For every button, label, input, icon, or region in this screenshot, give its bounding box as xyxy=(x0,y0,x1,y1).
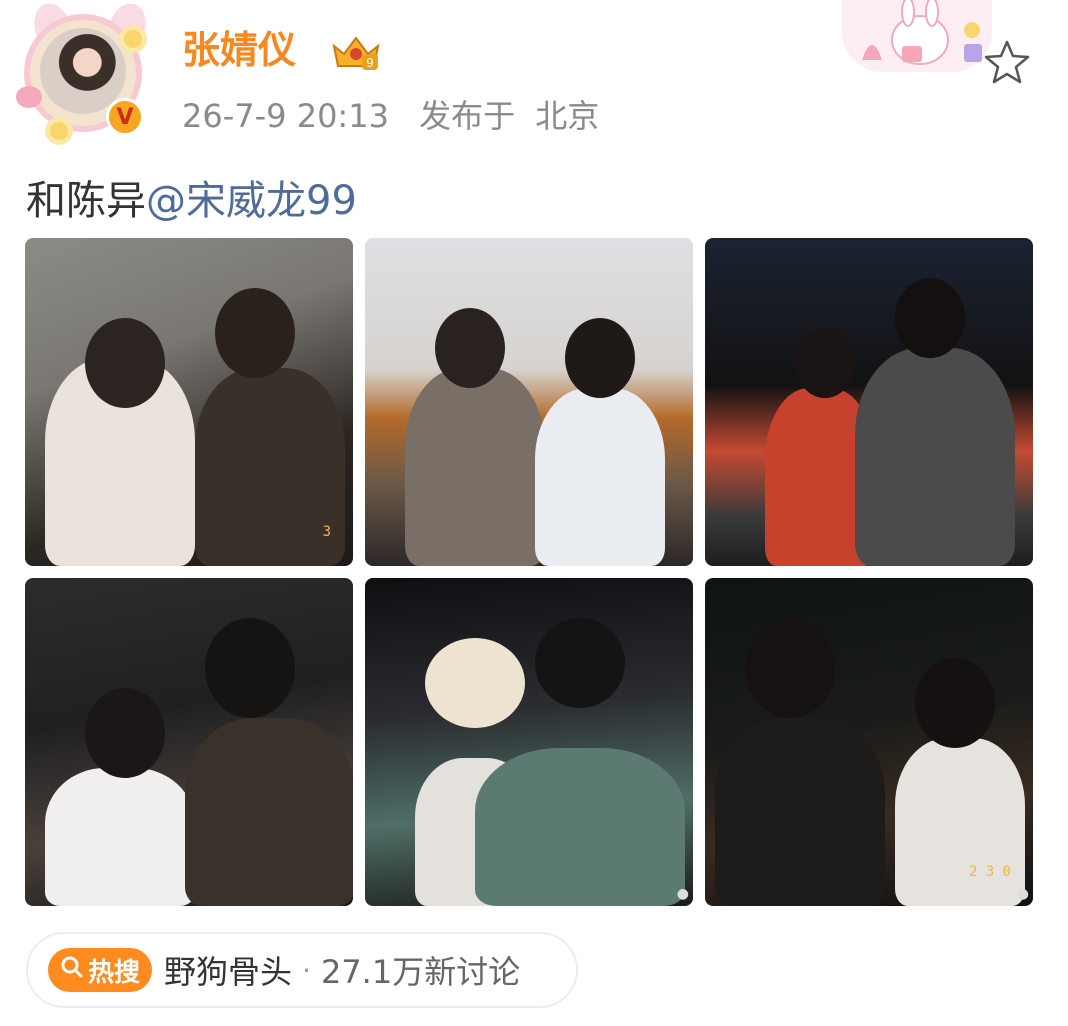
weibo-watermark-icon: ● xyxy=(1016,886,1029,902)
paw-decoration-icon xyxy=(16,86,42,108)
photo-5[interactable]: ● xyxy=(365,578,693,906)
username[interactable]: 张婧仪 xyxy=(182,26,296,74)
flower-decoration-icon xyxy=(50,122,68,140)
hot-search-badge: 热搜 xyxy=(48,948,153,992)
flower-decoration-icon xyxy=(124,30,142,48)
verified-badge-icon: V xyxy=(106,98,144,136)
photo-3[interactable] xyxy=(705,238,1033,566)
hot-topic-title: 野狗骨头 xyxy=(164,953,293,991)
photo-stamp: 3 xyxy=(322,524,331,540)
post-timestamp: 26-7-9 20:13 xyxy=(182,97,389,135)
mention-link[interactable]: @宋威龙99 xyxy=(146,178,357,224)
photo-4[interactable] xyxy=(25,578,353,906)
location-prefix: 发布于 xyxy=(419,97,516,135)
level-number: 9 xyxy=(366,56,374,70)
star-outline-icon[interactable] xyxy=(982,38,1032,88)
photo-grid: 3 ● 2 3 0 ● xyxy=(25,238,1033,906)
post-text-plain: 和陈异 xyxy=(26,178,146,224)
avatar[interactable]: V xyxy=(14,0,156,145)
post-location: 北京 xyxy=(535,97,600,135)
hot-search-label: 热搜 xyxy=(88,957,141,988)
bunny-sticker-decoration xyxy=(842,0,992,72)
photo-1[interactable]: 3 xyxy=(25,238,353,566)
discussion-count: 27.1万新讨论 xyxy=(320,953,521,991)
photo-2[interactable] xyxy=(365,238,693,566)
post-meta: 26-7-9 20:13 发布于 北京 xyxy=(182,94,619,138)
weibo-watermark-icon: ● xyxy=(676,886,689,902)
photo-stamp: 2 3 0 xyxy=(968,864,1011,880)
photo-6[interactable]: 2 3 0 ● xyxy=(705,578,1033,906)
search-icon xyxy=(60,955,84,986)
crown-badge-icon[interactable]: 9 xyxy=(330,32,382,74)
hot-search-topic[interactable]: 热搜 野狗骨头 · 27.1万新讨论 xyxy=(26,932,578,1008)
separator: · xyxy=(302,953,311,987)
post-text: 和陈异@宋威龙99 xyxy=(26,176,357,226)
